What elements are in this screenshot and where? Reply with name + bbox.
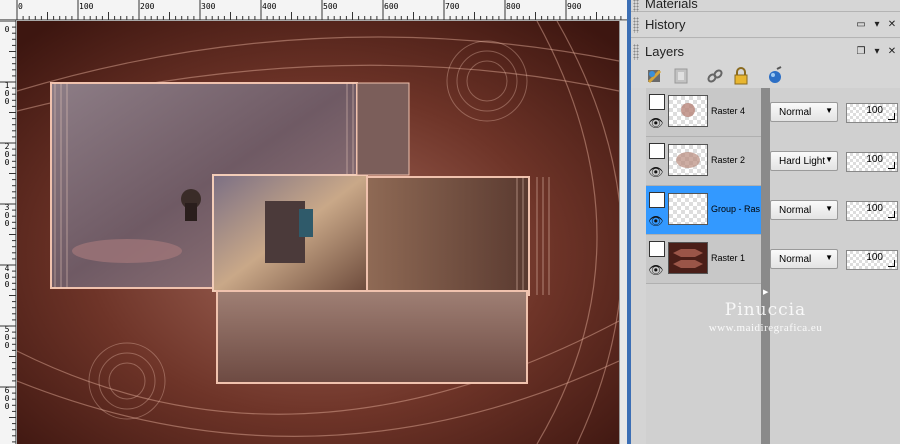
new-raster-layer-icon[interactable] bbox=[645, 66, 665, 86]
layers-splitter[interactable]: ▶ bbox=[761, 88, 770, 444]
blend-mode-value: Normal bbox=[779, 254, 812, 265]
opacity-value: 100 bbox=[866, 154, 883, 165]
grip-handle-icon[interactable] bbox=[633, 0, 639, 12]
opacity-value: 100 bbox=[866, 203, 883, 214]
layers-list: 👁 Raster 4 Normal ▼ 100 👁 Raster 2 Hard … bbox=[646, 88, 900, 444]
layer-row[interactable]: 👁 Group - Ras Normal ▼ 100 bbox=[646, 186, 900, 235]
layer-mode-icon[interactable] bbox=[649, 241, 665, 257]
watermark-title: Pinuccia bbox=[724, 300, 807, 320]
layer-row[interactable]: 👁 Raster 2 Hard Light ▼ 100 bbox=[646, 137, 900, 186]
layer-tile[interactable]: 👁 Raster 1 bbox=[646, 235, 762, 284]
ruler-ticks bbox=[16, 0, 622, 20]
eye-icon[interactable]: 👁 bbox=[648, 214, 664, 228]
blend-mode-value: Normal bbox=[779, 107, 812, 118]
horizontal-ruler: 0 100 200 300 400 500 600 700 800 900 bbox=[0, 0, 627, 20]
palette-title: Materials bbox=[645, 0, 698, 11]
palettes-panel: Materials History ▭ ▾ ✕ Layers ❐ ▾ ✕ 👁 R… bbox=[631, 0, 900, 444]
chevron-down-icon: ▼ bbox=[825, 253, 833, 262]
ruler-ticks bbox=[0, 20, 16, 443]
chevron-down-icon: ▼ bbox=[825, 204, 833, 213]
blend-mode-select[interactable]: Normal ▼ bbox=[770, 200, 838, 220]
layer-tile-selected[interactable]: 👁 Group - Ras bbox=[646, 186, 762, 235]
layer-tile[interactable]: 👁 Raster 2 bbox=[646, 137, 762, 186]
resize-corner-icon bbox=[888, 162, 895, 169]
resize-corner-icon bbox=[888, 260, 895, 267]
new-mask-layer-icon[interactable] bbox=[671, 66, 691, 86]
expand-arrow-icon[interactable]: ▶ bbox=[763, 288, 768, 296]
layer-properties-icon[interactable] bbox=[765, 66, 785, 86]
layer-row[interactable]: 👁 Raster 4 Normal ▼ 100 bbox=[646, 88, 900, 137]
opacity-value: 100 bbox=[866, 252, 883, 263]
menu-arrow-icon[interactable]: ▾ bbox=[871, 19, 883, 31]
chevron-down-icon: ▼ bbox=[825, 106, 833, 115]
close-icon[interactable]: ✕ bbox=[886, 19, 898, 31]
layers-palette-header[interactable]: Layers ❐ ▾ ✕ bbox=[631, 39, 900, 65]
materials-palette-header[interactable]: Materials bbox=[631, 0, 900, 12]
restore-icon[interactable]: ❐ bbox=[855, 46, 867, 58]
layer-thumbnail bbox=[668, 242, 708, 274]
menu-arrow-icon[interactable]: ▾ bbox=[871, 46, 883, 58]
history-palette-header[interactable]: History ▭ ▾ ✕ bbox=[631, 12, 900, 38]
blend-mode-select[interactable]: Normal ▼ bbox=[770, 102, 838, 122]
opacity-field[interactable]: 100 bbox=[846, 250, 898, 270]
canvas-vertical-scrollbar[interactable] bbox=[619, 21, 627, 444]
opacity-field[interactable]: 100 bbox=[846, 103, 898, 123]
watermark-url: www.maidiregrafica.eu bbox=[708, 322, 823, 334]
link-icon[interactable] bbox=[705, 66, 725, 86]
palette-title: Layers bbox=[645, 44, 685, 59]
eye-icon[interactable]: 👁 bbox=[648, 263, 664, 277]
layer-mode-icon[interactable] bbox=[649, 143, 665, 159]
palette-title: History bbox=[645, 17, 686, 32]
close-icon[interactable]: ✕ bbox=[886, 46, 898, 58]
blend-mode-select[interactable]: Hard Light ▼ bbox=[770, 151, 838, 171]
layer-row[interactable]: 👁 Raster 1 Normal ▼ 100 bbox=[646, 235, 900, 284]
resize-corner-icon bbox=[888, 113, 895, 120]
layer-tile[interactable]: 👁 Raster 4 bbox=[646, 88, 762, 137]
layer-thumbnail bbox=[668, 193, 708, 225]
vertical-ruler: 0 100 200 300 400 500 600 bbox=[0, 20, 16, 444]
opacity-field[interactable]: 100 bbox=[846, 152, 898, 172]
layer-mode-icon[interactable] bbox=[649, 94, 665, 110]
canvas-artwork[interactable] bbox=[17, 21, 619, 444]
blend-mode-select[interactable]: Normal ▼ bbox=[770, 249, 838, 269]
resize-corner-icon bbox=[888, 211, 895, 218]
artwork-image bbox=[17, 21, 619, 444]
blend-mode-value: Normal bbox=[779, 205, 812, 216]
layer-name: Raster 4 bbox=[711, 106, 746, 116]
layer-thumbnail bbox=[668, 144, 708, 176]
layer-name: Raster 2 bbox=[711, 155, 746, 165]
eye-icon[interactable]: 👁 bbox=[648, 165, 664, 179]
layer-name: Group - Ras bbox=[711, 204, 761, 214]
grip-handle-icon[interactable] bbox=[633, 44, 639, 60]
chevron-down-icon: ▼ bbox=[825, 155, 833, 164]
grip-handle-icon[interactable] bbox=[633, 17, 639, 33]
eye-icon[interactable]: 👁 bbox=[648, 116, 664, 130]
opacity-field[interactable]: 100 bbox=[846, 201, 898, 221]
layers-toolbar bbox=[631, 64, 900, 88]
layer-thumbnail bbox=[668, 95, 708, 127]
maximize-icon[interactable]: ▭ bbox=[855, 19, 867, 31]
blend-mode-value: Hard Light bbox=[779, 156, 826, 167]
layer-name: Raster 1 bbox=[711, 253, 746, 263]
lock-icon[interactable] bbox=[731, 66, 751, 86]
opacity-value: 100 bbox=[866, 105, 883, 116]
canvas-pane: 0 100 200 300 400 500 600 700 800 900 0 … bbox=[0, 0, 627, 444]
layer-mode-icon[interactable] bbox=[649, 192, 665, 208]
